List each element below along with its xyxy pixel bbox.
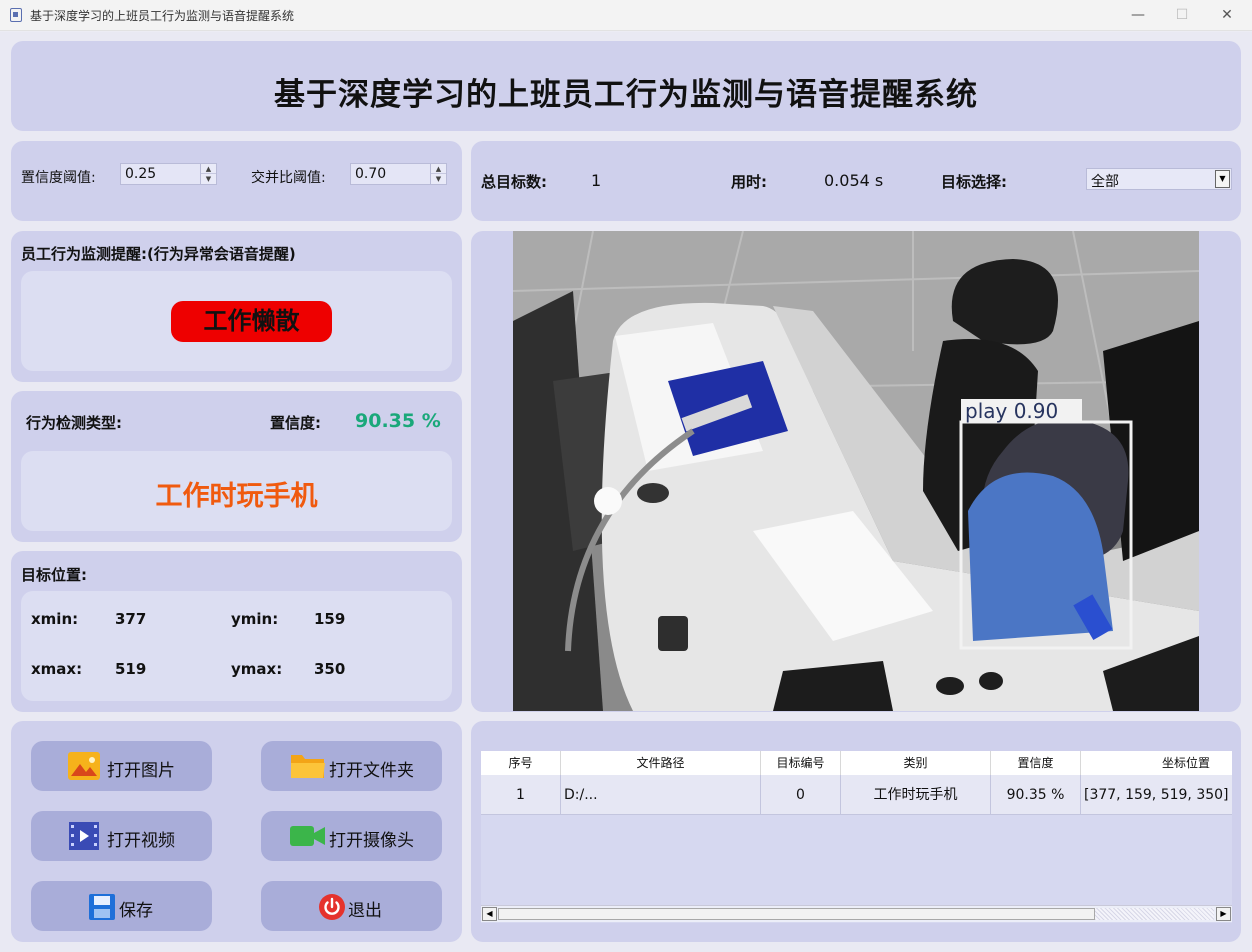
ymax-value: 350 bbox=[314, 660, 346, 678]
position-heading: 目标位置: bbox=[21, 566, 87, 584]
header-panel: 基于深度学习的上班员工行为监测与语音提醒系统 bbox=[11, 41, 1241, 131]
results-panel: 序号 文件路径 目标编号 类别 置信度 坐标位置 1 D:/... 0 工作时玩… bbox=[471, 721, 1241, 942]
video-icon bbox=[69, 822, 99, 850]
open-camera-button[interactable]: 打开摄像头 bbox=[261, 811, 442, 861]
params-panel: 置信度阈值: 0.25 ▲ ▼ 交并比阈值: 0.70 ▲ ▼ bbox=[11, 141, 462, 221]
detection-image: play 0.90 bbox=[513, 231, 1199, 711]
close-button[interactable]: ✕ bbox=[1210, 4, 1244, 26]
position-inner-box: xmin: 377 ymin: 159 xmax: 519 ymax: 350 bbox=[21, 591, 452, 701]
header-category[interactable]: 类别 bbox=[841, 751, 991, 775]
ymax-label: ymax: bbox=[231, 660, 283, 678]
conf-threshold-spinbox[interactable]: 0.25 ▲ ▼ bbox=[120, 163, 217, 185]
open-image-label: 打开图片 bbox=[107, 761, 175, 781]
window-titlebar: 基于深度学习的上班员工行为监测与语音提醒系统 — ☐ ✕ bbox=[0, 0, 1252, 31]
detection-type-value: 工作时玩手机 bbox=[155, 481, 318, 512]
conf-spin-arrows[interactable]: ▲ ▼ bbox=[200, 164, 216, 184]
header-coordinates[interactable]: 坐标位置 bbox=[1081, 751, 1232, 775]
cell-category: 工作时玩手机 bbox=[841, 775, 991, 815]
position-panel: 目标位置: xmin: 377 ymin: 159 xmax: 519 ymax… bbox=[11, 551, 462, 712]
main-area: 基于深度学习的上班员工行为监测与语音提醒系统 置信度阈值: 0.25 ▲ ▼ 交并… bbox=[0, 32, 1252, 952]
cell-confidence: 90.35 % bbox=[991, 775, 1081, 815]
conf-threshold-label: 置信度阈值: bbox=[21, 170, 96, 186]
scrollbar-thumb[interactable] bbox=[498, 908, 1095, 920]
ymin-value: 159 bbox=[314, 610, 346, 628]
detection-conf-label: 置信度: bbox=[270, 414, 321, 432]
spin-up-icon[interactable]: ▲ bbox=[201, 164, 216, 174]
xmin-value: 377 bbox=[115, 610, 147, 628]
time-value: 0.054 s bbox=[824, 171, 884, 190]
xmax-label: xmax: bbox=[31, 660, 83, 678]
horizontal-scrollbar[interactable]: ◀ ▶ bbox=[481, 905, 1232, 922]
app-icon bbox=[10, 8, 22, 22]
open-camera-label: 打开摄像头 bbox=[329, 831, 414, 851]
header-index[interactable]: 序号 bbox=[481, 751, 561, 775]
detection-type-box: 工作时玩手机 bbox=[21, 451, 452, 531]
total-targets-value: 1 bbox=[591, 171, 602, 190]
open-folder-button[interactable]: 打开文件夹 bbox=[261, 741, 442, 791]
spin-down-icon[interactable]: ▼ bbox=[431, 174, 446, 184]
exit-button[interactable]: 退出 bbox=[261, 881, 442, 931]
detection-panel: 行为检测类型: 置信度: 90.35 % 工作时玩手机 bbox=[11, 391, 462, 542]
target-select-label: 目标选择: bbox=[941, 173, 1007, 191]
cell-coordinates: [377, 159, 519, 350] bbox=[1084, 787, 1229, 803]
page-title: 基于深度学习的上班员工行为监测与语音提醒系统 bbox=[274, 77, 978, 113]
alert-panel: 员工行为监测提醒:(行为异常会语音提醒) 工作懒散 bbox=[11, 231, 462, 382]
alert-status-badge: 工作懒散 bbox=[171, 301, 332, 342]
cell-target-id: 0 bbox=[761, 775, 841, 815]
ymin-label: ymin: bbox=[231, 610, 279, 628]
detection-type-label: 行为检测类型: bbox=[26, 414, 122, 432]
alert-heading: 员工行为监测提醒:(行为异常会语音提醒) bbox=[21, 245, 296, 263]
iou-threshold-value: 0.70 bbox=[355, 166, 387, 182]
power-icon bbox=[319, 894, 345, 920]
target-select-value: 全部 bbox=[1091, 174, 1119, 190]
open-video-button[interactable]: 打开视频 bbox=[31, 811, 212, 861]
stats-panel: 总目标数: 1 用时: 0.054 s 目标选择: 全部 ▼ bbox=[471, 141, 1241, 221]
maximize-button[interactable]: ☐ bbox=[1165, 4, 1199, 26]
cell-index: 1 bbox=[481, 775, 561, 815]
scroll-right-icon[interactable]: ▶ bbox=[1216, 907, 1231, 921]
header-target-id[interactable]: 目标编号 bbox=[761, 751, 841, 775]
scroll-left-icon[interactable]: ◀ bbox=[482, 907, 497, 921]
folder-icon bbox=[291, 755, 325, 778]
image-icon bbox=[68, 752, 100, 780]
table-row[interactable]: 1 D:/... 0 工作时玩手机 90.35 % [377, 159, 519… bbox=[481, 775, 1232, 815]
xmin-label: xmin: bbox=[31, 610, 79, 628]
spin-up-icon[interactable]: ▲ bbox=[431, 164, 446, 174]
time-label: 用时: bbox=[731, 173, 767, 191]
camera-icon bbox=[290, 826, 325, 846]
scrollbar-track[interactable] bbox=[1095, 908, 1214, 920]
buttons-panel: 打开图片 打开文件夹 打开视频 打开摄像头 保存 退出 bbox=[11, 721, 462, 942]
minimize-button[interactable]: — bbox=[1121, 4, 1155, 26]
spin-down-icon[interactable]: ▼ bbox=[201, 174, 216, 184]
save-label: 保存 bbox=[119, 901, 153, 921]
save-button[interactable]: 保存 bbox=[31, 881, 212, 931]
cell-file-path: D:/... bbox=[561, 775, 761, 815]
target-select-dropdown[interactable]: 全部 ▼ bbox=[1086, 168, 1232, 190]
open-image-button[interactable]: 打开图片 bbox=[31, 741, 212, 791]
alert-inner-box: 工作懒散 bbox=[21, 271, 452, 371]
window-title: 基于深度学习的上班员工行为监测与语音提醒系统 bbox=[30, 9, 295, 23]
detection-box-label: play 0.90 bbox=[965, 399, 1058, 423]
exit-label: 退出 bbox=[348, 901, 382, 921]
chevron-down-icon[interactable]: ▼ bbox=[1215, 170, 1230, 188]
table-header: 序号 文件路径 目标编号 类别 置信度 坐标位置 bbox=[481, 751, 1232, 775]
iou-threshold-spinbox[interactable]: 0.70 ▲ ▼ bbox=[350, 163, 447, 185]
header-confidence[interactable]: 置信度 bbox=[991, 751, 1081, 775]
iou-threshold-label: 交并比阈值: bbox=[251, 170, 326, 186]
xmax-value: 519 bbox=[115, 660, 147, 678]
image-panel: play 0.90 bbox=[471, 231, 1241, 712]
open-folder-label: 打开文件夹 bbox=[329, 761, 414, 781]
conf-threshold-value: 0.25 bbox=[125, 166, 157, 182]
iou-spin-arrows[interactable]: ▲ ▼ bbox=[430, 164, 446, 184]
save-icon bbox=[89, 894, 115, 920]
total-targets-label: 总目标数: bbox=[481, 173, 547, 191]
detection-conf-value: 90.35 % bbox=[355, 410, 441, 432]
open-video-label: 打开视频 bbox=[107, 831, 175, 851]
results-table[interactable]: 序号 文件路径 目标编号 类别 置信度 坐标位置 1 D:/... 0 工作时玩… bbox=[481, 751, 1232, 923]
header-file-path[interactable]: 文件路径 bbox=[561, 751, 761, 775]
